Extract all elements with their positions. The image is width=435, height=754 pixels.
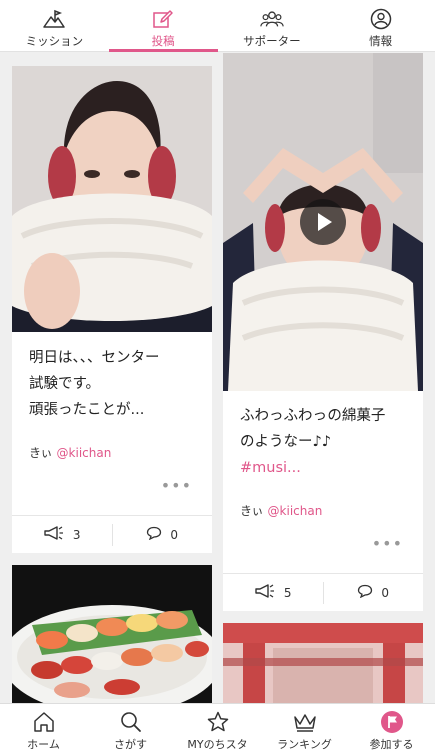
nav-my-nochisuta[interactable]: MYのちスタ <box>174 704 261 754</box>
nav-ranking[interactable]: ランキング <box>261 704 348 754</box>
nav-label: 参加する <box>369 738 414 751</box>
crown-icon <box>292 710 318 734</box>
post-text-line: のようなー♪♪ <box>240 434 332 450</box>
nav-label: MYのちスタ <box>187 738 248 751</box>
search-icon <box>118 710 144 734</box>
post-card[interactable] <box>12 565 212 703</box>
post-card[interactable]: ふわっふわっの綿菓子 のようなー♪♪ #musi... きぃ @kiichan •… <box>223 53 423 611</box>
tab-posts[interactable]: 投稿 <box>108 0 218 52</box>
tab-label: サポーター <box>243 34 301 48</box>
more-options-button[interactable]: ••• <box>161 476 192 495</box>
post-card[interactable]: 明日は、、、センター 試験です。 頑張ったことが... きぃ @kiichan •… <box>12 66 212 553</box>
post-text[interactable]: ふわっふわっの綿菓子 のようなー♪♪ #musi... <box>240 403 406 481</box>
nav-label: ホーム <box>27 738 60 751</box>
play-button[interactable] <box>300 199 346 245</box>
speech-bubble-icon <box>146 526 162 543</box>
megaphone-icon <box>254 583 276 602</box>
nav-search[interactable]: さがす <box>87 704 174 754</box>
author-name: きぃ <box>29 446 53 460</box>
user-circle-icon <box>369 8 393 30</box>
nav-join[interactable]: 参加する <box>348 704 435 754</box>
comment-button[interactable]: 0 <box>324 584 424 601</box>
comment-button[interactable]: 0 <box>113 526 213 543</box>
edit-icon <box>151 8 175 30</box>
comment-count: 0 <box>170 527 179 542</box>
post-actions: 3 0 <box>12 515 212 553</box>
star-icon <box>205 710 231 734</box>
post-photo[interactable] <box>223 623 423 703</box>
cheer-button[interactable]: 3 <box>12 525 112 544</box>
nav-label: ランキング <box>277 738 332 751</box>
post-text[interactable]: 明日は、、、センター 試験です。 頑張ったことが... <box>29 345 195 423</box>
post-actions: 5 0 <box>223 573 423 611</box>
speech-bubble-icon <box>357 584 373 601</box>
post-text-line: 明日は、、、センター <box>29 350 160 366</box>
post-hashtag[interactable]: #musi... <box>240 455 406 481</box>
post-feed[interactable]: 明日は、、、センター 試験です。 頑張ったことが... きぃ @kiichan •… <box>0 53 435 703</box>
people-icon <box>260 8 284 30</box>
cheer-count: 3 <box>72 527 81 542</box>
nav-home[interactable]: ホーム <box>0 704 87 754</box>
cheer-count: 5 <box>283 585 292 600</box>
tab-mission[interactable]: ミッション <box>0 0 109 51</box>
comment-count: 0 <box>381 585 390 600</box>
bottom-nav-bar: ホーム さがす MYのちスタ ランキング 参加する <box>0 703 435 754</box>
post-text-line: ふわっふわっの綿菓子 <box>240 408 386 424</box>
post-card[interactable] <box>223 623 423 703</box>
post-author[interactable]: きぃ @kiichan <box>29 444 111 461</box>
tab-label: ミッション <box>25 34 84 48</box>
mountain-flag-icon <box>42 8 66 30</box>
author-name: きぃ <box>240 504 264 518</box>
tab-label: 情報 <box>369 34 393 48</box>
flag-badge-icon <box>379 710 405 734</box>
more-options-button[interactable]: ••• <box>372 534 403 553</box>
tab-label: 投稿 <box>151 34 175 48</box>
tab-supporters[interactable]: サポーター <box>218 0 327 51</box>
post-video-thumbnail[interactable] <box>223 53 423 391</box>
post-text-line: 試験です。 <box>29 376 101 392</box>
home-icon <box>31 710 57 734</box>
post-photo[interactable] <box>12 565 212 703</box>
post-author[interactable]: きぃ @kiichan <box>240 502 322 519</box>
megaphone-icon <box>43 525 65 544</box>
author-handle: @kiichan <box>267 504 323 518</box>
top-tab-bar: ミッション 投稿 サポーター 情報 <box>0 0 435 52</box>
author-handle: @kiichan <box>56 446 112 460</box>
post-photo[interactable] <box>12 66 212 332</box>
post-text-line: 頑張ったことが... <box>29 402 145 418</box>
cheer-button[interactable]: 5 <box>223 583 323 602</box>
tab-info[interactable]: 情報 <box>326 0 435 51</box>
nav-label: さがす <box>114 738 147 751</box>
